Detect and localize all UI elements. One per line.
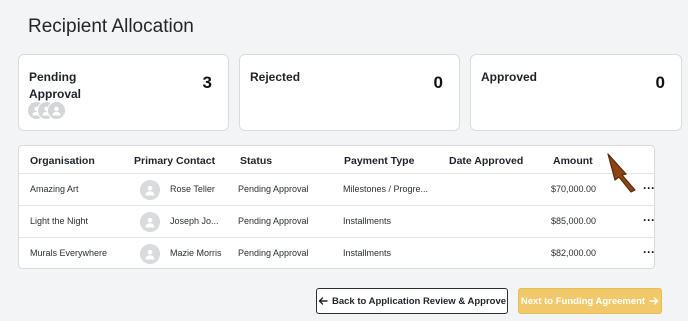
header-payment-type[interactable]: Payment Type xyxy=(344,155,414,167)
payment-type-cell: Installments xyxy=(343,248,392,258)
contact-cell: Joseph Jo... xyxy=(170,216,219,226)
status-cell: Pending Approval xyxy=(238,248,309,258)
table-row[interactable]: Light the Night Joseph Jo... Pending App… xyxy=(19,205,655,237)
card-count: 0 xyxy=(433,73,443,92)
pending-approval-card[interactable]: Pending Approval 3 xyxy=(18,54,229,131)
arrow-left-icon xyxy=(318,297,328,305)
next-to-funding-agreement-button[interactable]: Next to Funding Agreement xyxy=(518,288,662,314)
amount-cell: $82,000.00 xyxy=(551,248,597,258)
header-date-approved[interactable]: Date Approved xyxy=(449,155,523,167)
header-primary-contact[interactable]: Primary Contact xyxy=(134,155,215,167)
contact-cell: Mazie Morris xyxy=(170,248,222,258)
organisation-cell: Murals Everywhere xyxy=(30,248,108,258)
next-button-label: Next to Funding Agreement xyxy=(520,295,646,307)
rejected-card[interactable]: Rejected 0 xyxy=(239,54,460,131)
contact-cell: Rose Teller xyxy=(170,184,215,194)
card-label: Rejected xyxy=(250,70,301,84)
payment-type-cell: Installments xyxy=(343,216,392,226)
more-actions-button[interactable]: ··· xyxy=(640,182,658,198)
avatar xyxy=(140,244,160,264)
card-label: Pending Approval xyxy=(29,70,82,101)
more-actions-button[interactable]: ··· xyxy=(640,246,658,262)
status-cell: Pending Approval xyxy=(238,184,309,194)
organisation-cell: Amazing Art xyxy=(30,184,79,194)
approved-card[interactable]: Approved 0 xyxy=(470,54,682,131)
header-organisation[interactable]: Organisation xyxy=(30,155,95,167)
organisation-cell: Light the Night xyxy=(30,216,89,226)
recipients-table: Organisation Primary Contact Status Paym… xyxy=(18,145,655,269)
card-count: 3 xyxy=(202,73,212,92)
amount-cell: $85,000.00 xyxy=(551,216,597,226)
payment-type-cell: Milestones / Progre... xyxy=(343,184,429,194)
back-button-label: Back to Application Review & Approve xyxy=(331,295,507,307)
card-count: 0 xyxy=(655,73,665,92)
header-amount[interactable]: Amount xyxy=(553,155,593,167)
amount-cell: $70,000.00 xyxy=(551,184,597,194)
header-status[interactable]: Status xyxy=(240,155,272,167)
pointer-cursor-icon xyxy=(607,153,636,193)
page-title: Recipient Allocation xyxy=(28,16,194,37)
status-cell: Pending Approval xyxy=(238,216,309,226)
back-to-application-review-button[interactable]: Back to Application Review & Approve xyxy=(316,288,508,314)
avatar xyxy=(47,101,66,120)
more-actions-button[interactable]: ··· xyxy=(640,214,658,230)
table-row[interactable]: Amazing Art Rose Teller Pending Approval… xyxy=(19,173,655,205)
table-row[interactable]: Murals Everywhere Mazie Morris Pending A… xyxy=(19,237,655,269)
card-label: Approved xyxy=(481,70,538,84)
avatar xyxy=(140,180,160,200)
avatar xyxy=(140,212,160,232)
arrow-right-icon xyxy=(649,297,659,305)
